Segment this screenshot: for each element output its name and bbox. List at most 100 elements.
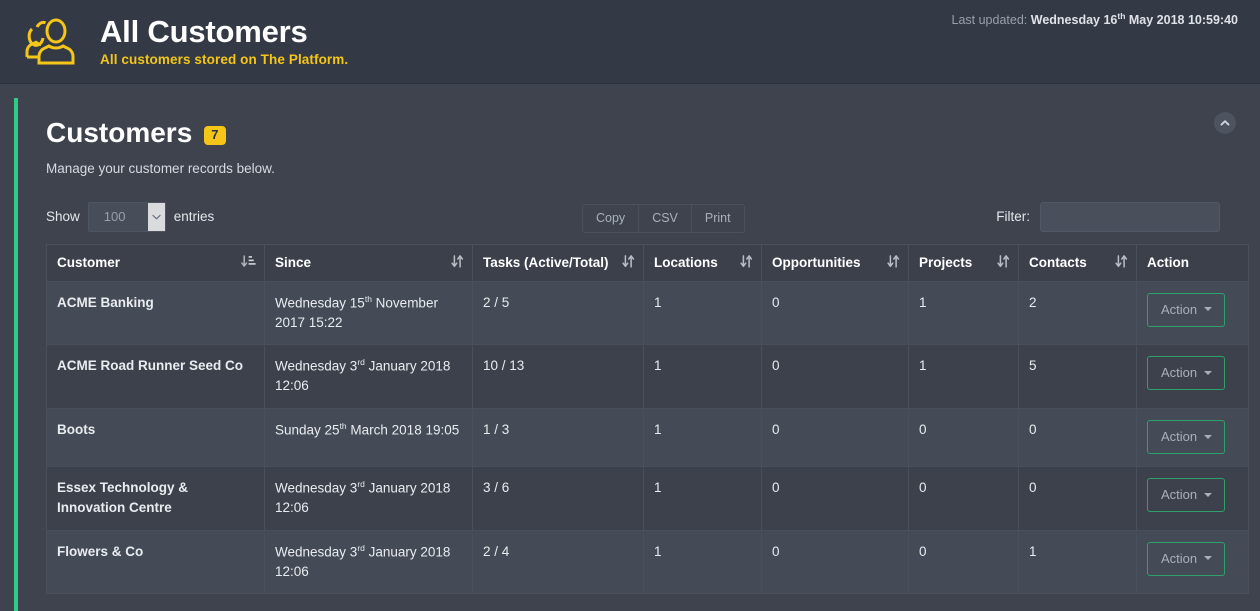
cell-since: Wednesday 3rd January 2018 12:06 xyxy=(264,344,473,410)
filter-input[interactable] xyxy=(1040,201,1220,232)
customers-card: Customers 7 Manage your customer records… xyxy=(14,98,1249,611)
since-ordinal: rd xyxy=(357,357,365,368)
cell-since: Wednesday 15th November 2017 15:22 xyxy=(264,280,473,346)
since-ordinal: rd xyxy=(357,542,365,553)
print-button[interactable]: Print xyxy=(690,203,745,233)
cell-since: Wednesday 3rd January 2018 12:06 xyxy=(264,466,473,531)
cell-action: Action xyxy=(1136,280,1249,346)
table-head: Customer Since Tasks (Active/Total) Loca… xyxy=(46,243,1249,282)
action-button[interactable]: Action xyxy=(1147,292,1226,327)
page-length-control: Show 100 entries xyxy=(46,201,214,232)
collapse-card-button[interactable] xyxy=(1214,112,1236,134)
column-label: Since xyxy=(275,254,312,270)
sort-both-icon xyxy=(740,254,753,271)
cell-customer: Essex Technology & Innovation Centre xyxy=(46,466,265,531)
csv-button[interactable]: CSV xyxy=(638,203,692,233)
brand: All Customers All customers stored on Th… xyxy=(24,15,348,69)
cell-locations: 1 xyxy=(643,280,762,346)
cell-projects: 1 xyxy=(908,280,1019,346)
column-header-projects[interactable]: Projects xyxy=(908,243,1019,282)
table-container: Customer Since Tasks (Active/Total) Loca… xyxy=(36,243,1249,595)
action-button[interactable]: Action xyxy=(1147,356,1226,391)
sort-both-icon xyxy=(1115,254,1128,271)
table-header-row: Customer Since Tasks (Active/Total) Loca… xyxy=(46,243,1249,282)
card-title-row: Customers 7 xyxy=(36,117,1228,149)
caret-down-icon xyxy=(1204,434,1213,439)
page-title: All Customers xyxy=(100,13,308,49)
last-updated-date: Wednesday 16 xyxy=(1030,13,1118,28)
cell-since: Wednesday 3rd January 2018 12:06 xyxy=(264,529,473,595)
cell-contacts: 5 xyxy=(1018,344,1137,410)
header-titles: All Customers All customers stored on Th… xyxy=(100,13,349,68)
caret-down-icon xyxy=(1204,556,1213,561)
cell-opportunities: 0 xyxy=(761,529,909,595)
users-icon xyxy=(24,15,86,69)
column-label: Locations xyxy=(654,254,718,270)
cell-contacts: 2 xyxy=(1018,280,1137,346)
sort-asc-icon xyxy=(241,254,256,271)
cell-opportunities: 0 xyxy=(761,408,909,468)
caret-down-icon xyxy=(1204,492,1213,497)
cell-customer: Boots xyxy=(46,408,265,468)
cell-locations: 1 xyxy=(643,344,762,410)
sort-both-icon xyxy=(997,254,1010,271)
cell-opportunities: 0 xyxy=(761,280,909,346)
page-length-select[interactable]: 100 xyxy=(87,201,166,232)
cell-tasks: 2 / 4 xyxy=(472,529,644,595)
since-date: Wednesday 3 xyxy=(275,358,358,374)
copy-button[interactable]: Copy xyxy=(582,203,640,233)
card-wrapper: Customers 7 Manage your customer records… xyxy=(0,84,1260,611)
cell-locations: 1 xyxy=(643,408,762,468)
column-label: Customer xyxy=(57,254,121,270)
table-row: ACME Road Runner Seed Co Wednesday 3rd J… xyxy=(46,344,1249,410)
page-header: All Customers All customers stored on Th… xyxy=(0,0,1260,84)
action-button-label: Action xyxy=(1161,365,1198,381)
cell-tasks: 3 / 6 xyxy=(472,466,644,531)
cell-action: Action xyxy=(1136,466,1249,531)
action-button[interactable]: Action xyxy=(1147,478,1226,513)
since-date: Wednesday 15 xyxy=(275,295,365,311)
action-button-label: Action xyxy=(1161,487,1198,503)
card-title: Customers xyxy=(46,117,193,148)
table-row: Flowers & Co Wednesday 3rd January 2018 … xyxy=(46,529,1249,595)
show-label: Show xyxy=(46,209,80,225)
cell-contacts: 1 xyxy=(1018,529,1137,595)
page-subtitle: All customers stored on The Platform. xyxy=(100,52,349,68)
page-length-value: 100 xyxy=(103,209,126,225)
sort-both-icon xyxy=(622,254,635,271)
column-header-since[interactable]: Since xyxy=(264,243,473,282)
column-label: Contacts xyxy=(1029,254,1087,270)
column-label: Tasks (Active/Total) xyxy=(483,254,609,270)
sort-both-icon xyxy=(887,254,900,271)
table-row: Essex Technology & Innovation Centre Wed… xyxy=(46,466,1249,531)
cell-action: Action xyxy=(1136,344,1249,410)
since-date: Wednesday 3 xyxy=(275,480,358,496)
cell-customer: ACME Road Runner Seed Co xyxy=(46,344,265,410)
filter-control: Filter: xyxy=(996,201,1220,232)
column-header-tasks[interactable]: Tasks (Active/Total) xyxy=(472,243,644,282)
action-button-label: Action xyxy=(1161,550,1198,566)
customer-count-badge: 7 xyxy=(204,125,226,146)
column-label: Opportunities xyxy=(772,254,861,270)
sort-both-icon xyxy=(451,254,464,271)
customers-table: Customer Since Tasks (Active/Total) Loca… xyxy=(46,243,1249,595)
cell-contacts: 0 xyxy=(1018,408,1137,468)
cell-tasks: 10 / 13 xyxy=(472,344,644,410)
caret-down-icon xyxy=(1204,370,1213,375)
cell-since: Sunday 25th March 2018 19:05 xyxy=(264,408,473,468)
cell-projects: 0 xyxy=(908,529,1019,595)
table-row: ACME Banking Wednesday 15th November 201… xyxy=(46,280,1249,346)
column-header-locations[interactable]: Locations xyxy=(643,243,762,282)
action-button-label: Action xyxy=(1161,429,1198,445)
cell-tasks: 1 / 3 xyxy=(472,408,644,468)
column-label: Projects xyxy=(919,254,973,270)
export-button-group: Copy CSV Print xyxy=(582,203,745,233)
cell-contacts: 0 xyxy=(1018,466,1137,531)
column-label: Action xyxy=(1147,254,1189,270)
column-header-opportunities[interactable]: Opportunities xyxy=(761,243,909,282)
column-header-contacts[interactable]: Contacts xyxy=(1018,243,1137,282)
cell-opportunities: 0 xyxy=(761,344,909,410)
action-button[interactable]: Action xyxy=(1147,420,1226,455)
column-header-customer[interactable]: Customer xyxy=(46,243,265,282)
action-button[interactable]: Action xyxy=(1147,541,1226,576)
